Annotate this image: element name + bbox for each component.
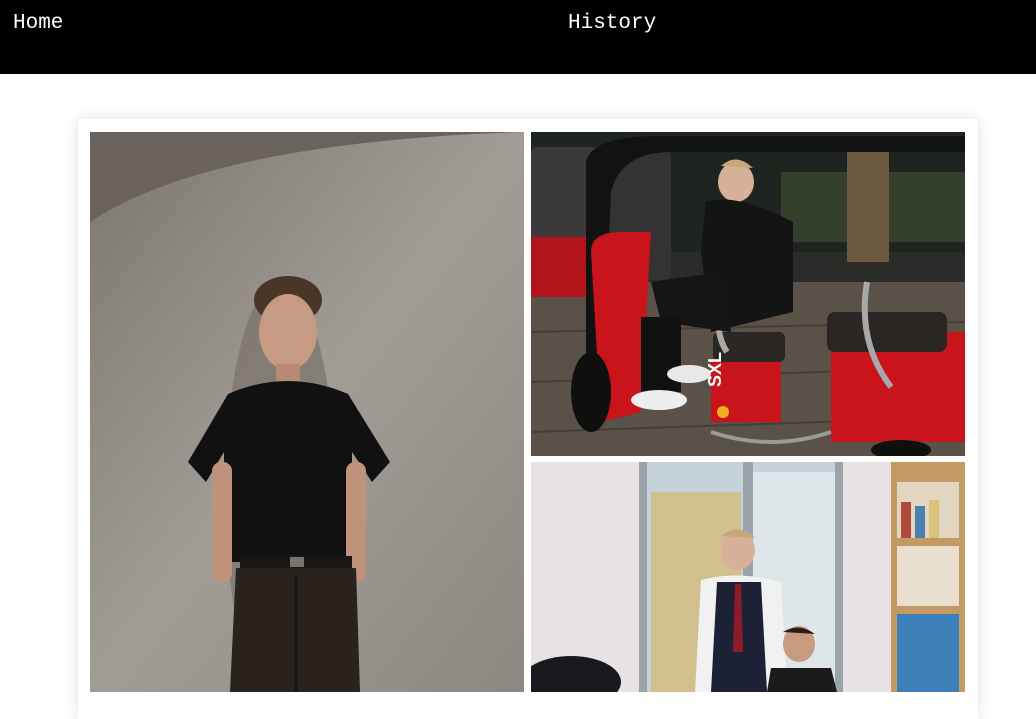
gallery-photo-classroom[interactable]	[531, 462, 965, 692]
nav-link-history[interactable]: History	[568, 11, 656, 37]
photo-gallery: SXL	[78, 119, 978, 719]
tuktuk-brand-text: SXL	[705, 352, 725, 387]
gallery-photo-tuktuk[interactable]: SXL	[531, 132, 965, 456]
tuktuk-image: SXL	[531, 132, 965, 456]
classroom-image	[531, 462, 965, 692]
top-navigation-bar: Home History	[0, 0, 1036, 74]
nav-link-home[interactable]: Home	[13, 11, 63, 37]
portrait-image	[90, 132, 524, 692]
gallery-photo-portrait[interactable]	[90, 132, 524, 692]
